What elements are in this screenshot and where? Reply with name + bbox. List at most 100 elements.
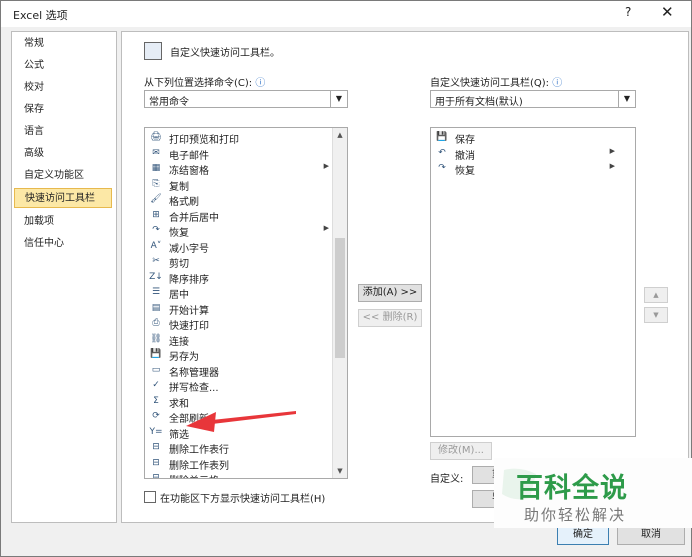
list-item-label: 快速打印	[169, 321, 209, 332]
list-item-label: 删除工作表行	[169, 445, 229, 456]
nav-item-trust-center[interactable]: 信任中心	[14, 234, 112, 254]
modify-button[interactable]: 修改(M)...	[430, 442, 492, 460]
list-item[interactable]: ☰ 居中	[147, 285, 337, 301]
refresh-all-icon: ⟳	[152, 411, 160, 421]
scroll-thumb[interactable]	[335, 238, 345, 358]
remove-button[interactable]: << 删除(R)	[358, 309, 422, 327]
list-item[interactable]: ✓ 拼写检查...	[147, 378, 337, 394]
list-item[interactable]: ⊟ 删除工作表列	[147, 456, 337, 472]
list-item[interactable]: Z↓ 降序排序	[147, 270, 337, 286]
dialog-title: Excel 选项	[13, 9, 68, 22]
format-painter-icon: 🖌	[150, 194, 162, 204]
submenu-arrow-icon: ▶	[609, 162, 615, 170]
list-item-label: 剪切	[169, 259, 189, 270]
delete-rows-icon: ⊟	[152, 442, 160, 452]
commands-scrollbar[interactable]: ▲ ▼	[332, 128, 347, 478]
section-header: 自定义快速访问工具栏。	[170, 48, 280, 59]
nav-item-quick-access-toolbar[interactable]: 快速访问工具栏	[14, 188, 112, 208]
list-item[interactable]: ⊟ 删除工作表行	[147, 440, 337, 456]
list-item[interactable]: 🖌 格式刷	[147, 192, 337, 208]
list-item-label: 居中	[169, 290, 189, 301]
list-item-label: 拼写检查...	[169, 383, 219, 394]
title-bar: Excel 选项 ? ✕	[1, 1, 691, 27]
help-button[interactable]: ?	[625, 5, 631, 19]
freeze-panes-icon: ▦	[151, 163, 161, 173]
list-item[interactable]: ↶ 撤消 ▶	[433, 146, 623, 162]
info-icon: ⓘ	[552, 78, 563, 89]
toolbar-items-list[interactable]: 💾 保存 ↶ 撤消 ▶ ↷ 恢复 ▶	[430, 127, 636, 437]
ok-button[interactable]: 确定	[557, 525, 609, 545]
list-item[interactable]: ⎘ 复制	[147, 177, 337, 193]
filter-icon: Y=	[149, 426, 163, 437]
list-item[interactable]: 💾 保存	[433, 130, 623, 146]
watermark-title: 百科全说	[516, 473, 628, 504]
sum-icon: Σ	[153, 395, 159, 406]
list-item-label: 合并后居中	[169, 212, 219, 224]
redo-icon: ↷	[438, 163, 446, 173]
delete-cells-icon: ⊟	[152, 473, 160, 479]
list-item-label: 筛选	[169, 429, 189, 441]
submenu-arrow-icon: ▶	[323, 162, 329, 170]
nav-item-customize-ribbon[interactable]: 自定义功能区	[14, 166, 112, 186]
list-item[interactable]: ⟳ 全部刷新	[147, 409, 337, 425]
list-item-label: 复制	[169, 181, 189, 193]
nav-item-proofing[interactable]: 校对	[14, 78, 112, 98]
list-item[interactable]: ▦ 冻结窗格 ▶	[147, 161, 337, 177]
list-item[interactable]: ⊟ 删除单元格...	[147, 471, 337, 479]
list-item[interactable]: ↷ 恢复 ▶	[433, 161, 623, 177]
list-item[interactable]: ⛓ 连接	[147, 332, 337, 348]
copy-icon: ⎘	[152, 178, 160, 189]
scroll-down-icon[interactable]: ▼	[333, 464, 347, 478]
list-item[interactable]: 🖨 打印预览和打印	[147, 130, 337, 146]
list-item[interactable]: ▭ 名称管理器	[147, 363, 337, 379]
list-item[interactable]: Σ 求和	[147, 394, 337, 410]
add-button[interactable]: 添加(A) >>	[358, 284, 422, 302]
choose-commands-combo[interactable]: 常用命令 ▼	[144, 90, 348, 108]
move-down-button[interactable]: ▼	[644, 307, 668, 323]
list-item[interactable]: ↷ 恢复 ▶	[147, 223, 337, 239]
nav-item-language[interactable]: 语言	[14, 122, 112, 142]
merge-center-icon: ⊞	[152, 209, 160, 220]
scroll-up-icon[interactable]: ▲	[333, 128, 347, 142]
list-item[interactable]: ⎙ 快速打印	[147, 316, 337, 332]
list-item-label: 名称管理器	[169, 367, 219, 379]
nav-item-save[interactable]: 保存	[14, 100, 112, 120]
nav-item-addins[interactable]: 加载项	[14, 212, 112, 232]
customize-label: 自定义:	[430, 474, 464, 485]
list-item-label: 保存	[455, 135, 475, 146]
list-item[interactable]: 💾 另存为	[147, 347, 337, 363]
list-item-label: 连接	[169, 336, 189, 348]
cancel-button[interactable]: 取消	[617, 525, 685, 545]
chevron-down-icon[interactable]: ▼	[330, 91, 347, 107]
show-below-ribbon-checkbox[interactable]	[144, 491, 156, 503]
close-button[interactable]: ✕	[661, 3, 674, 21]
nav-item-advanced[interactable]: 高级	[14, 144, 112, 164]
customize-toolbar-label-group: 自定义快速访问工具栏(Q): ⓘ	[430, 74, 562, 89]
list-item-label: 打印预览和打印	[169, 135, 239, 146]
list-item-label: 电子邮件	[169, 150, 209, 162]
nav-item-general[interactable]: 常规	[14, 34, 112, 54]
redo-icon: ↷	[152, 225, 160, 235]
document-scope-combo-value: 用于所有文档(默认)	[435, 97, 523, 108]
commands-list[interactable]: 🖨 打印预览和打印 ✉ 电子邮件 ▦ 冻结窗格 ▶ ⎘ 复制 🖌 格式刷 ⊞ 合并后居中 ↷ 恢复 ▶ A˅ 减小…	[144, 127, 348, 479]
choose-commands-label-group: 从下列位置选择命令(C): ⓘ	[144, 74, 265, 89]
list-item-label: 撤消	[455, 150, 475, 162]
watermark: 百科全说 助你轻松解决	[494, 458, 692, 528]
save-icon: 💾	[436, 132, 448, 142]
watermark-subtitle: 助你轻松解决	[524, 506, 627, 524]
move-up-button[interactable]: ▲	[644, 287, 668, 303]
list-item-label: 恢复	[169, 228, 189, 239]
options-nav: 常规 公式 校对 保存 语言 高级 自定义功能区 快速访问工具栏 加载项 信任中…	[11, 31, 117, 523]
list-item[interactable]: ⊞ 合并后居中	[147, 208, 337, 224]
nav-item-formulas[interactable]: 公式	[14, 56, 112, 76]
choose-commands-combo-value: 常用命令	[149, 97, 189, 108]
chevron-down-icon[interactable]: ▼	[618, 91, 635, 107]
document-scope-combo[interactable]: 用于所有文档(默认) ▼	[430, 90, 636, 108]
list-item-label: 删除工作表列	[169, 460, 229, 472]
list-item[interactable]: ▤ 开始计算	[147, 301, 337, 317]
list-item[interactable]: A˅ 减小字号	[147, 239, 337, 255]
list-item[interactable]: ✉ 电子邮件	[147, 146, 337, 162]
list-item[interactable]: Y= 筛选	[147, 425, 337, 441]
list-item[interactable]: ✂ 剪切	[147, 254, 337, 270]
quick-access-toolbar-icon	[144, 42, 162, 60]
